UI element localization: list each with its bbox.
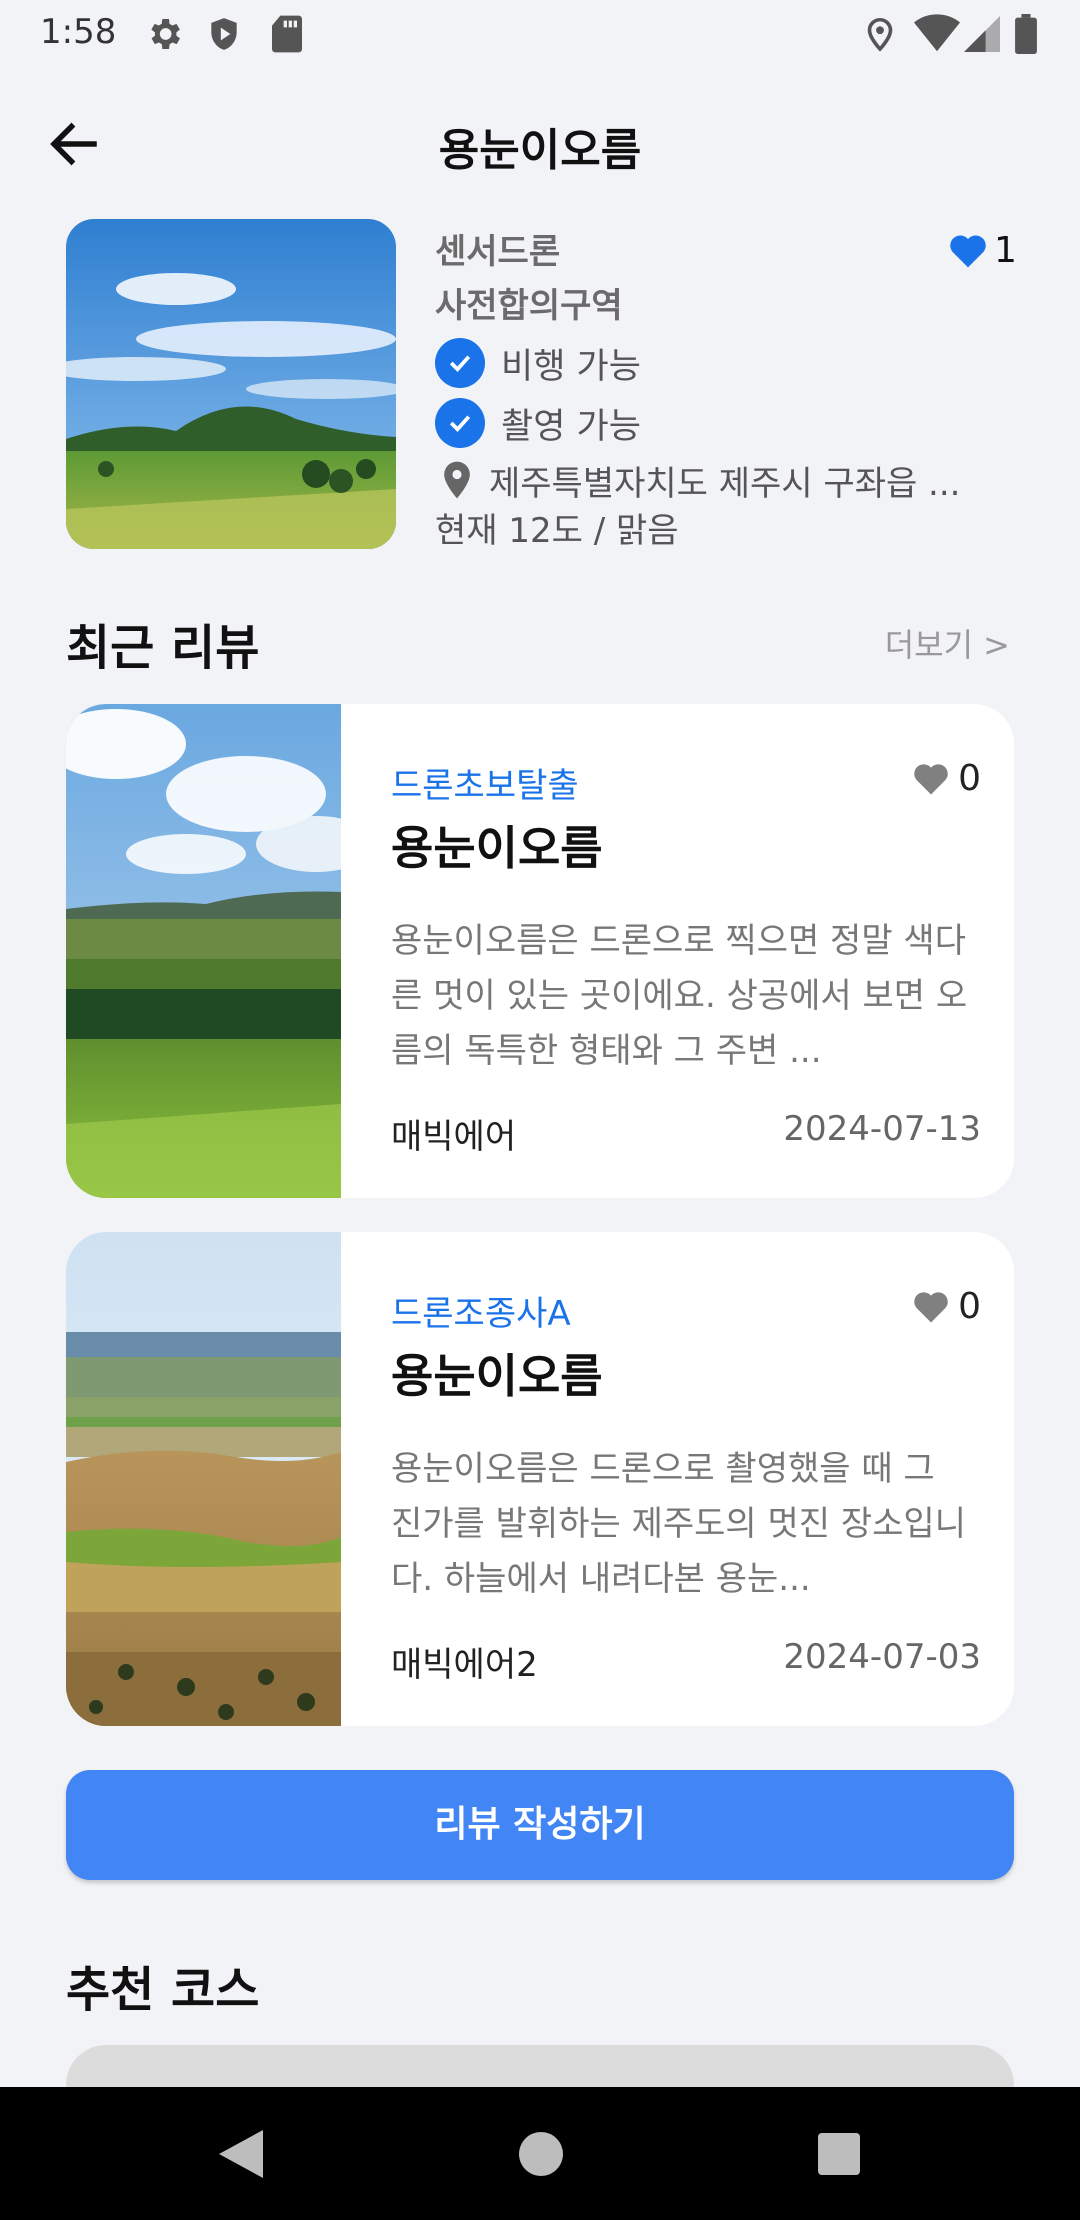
zone-subtype: 사전합의구역 bbox=[435, 286, 623, 326]
write-review-button[interactable]: 리뷰 작성하기 bbox=[66, 1770, 1014, 1880]
review-photo bbox=[66, 704, 376, 1198]
location-pin-icon bbox=[867, 18, 893, 52]
review-photo bbox=[66, 1232, 341, 1726]
check-circle-icon bbox=[435, 398, 485, 448]
gear-icon bbox=[151, 19, 180, 49]
shield-icon bbox=[211, 18, 237, 50]
heart-icon bbox=[914, 1291, 948, 1322]
review-like-button[interactable]: 0 bbox=[912, 1286, 981, 1327]
zone-type: 센서드론 bbox=[435, 232, 561, 272]
nav-back-button[interactable] bbox=[174, 2087, 307, 2220]
review-date: 2024-07-13 bbox=[783, 1109, 981, 1149]
review-card[interactable]: 드론조종사A 0 용눈이오름 용눈이오름은 드론으로 촬영했을 때 그 진가를 … bbox=[66, 1232, 1014, 1726]
review-drone-model: 매빅에어 bbox=[391, 1117, 517, 1157]
review-title: 용눈이오름 bbox=[391, 821, 603, 875]
review-like-count: 0 bbox=[958, 758, 981, 799]
heart-icon bbox=[914, 763, 948, 794]
review-text: 용눈이오름은 드론으로 촬영했을 때 그 진가를 발휘하는 제주도의 멋진 장소… bbox=[391, 1449, 966, 1599]
review-date: 2024-07-03 bbox=[783, 1637, 981, 1677]
review-card[interactable]: 드론초보탈출 0 용눈이오름 용눈이오름은 드론으로 찍으면 정말 색다른 멋이… bbox=[66, 704, 1014, 1198]
nav-recents-button[interactable] bbox=[772, 2087, 905, 2220]
review-author: 드론초보탈출 bbox=[391, 766, 579, 806]
address-row: 제주특별자치도 제주시 구좌읍 ... bbox=[435, 453, 1015, 507]
sd-card-icon bbox=[272, 15, 302, 53]
review-author: 드론조종사A bbox=[391, 1294, 571, 1334]
navigation-bar bbox=[0, 2087, 1080, 2220]
heart-icon bbox=[950, 234, 986, 267]
spot-like-count: 1 bbox=[994, 230, 1017, 271]
review-like-button[interactable]: 0 bbox=[912, 758, 981, 799]
status-bar: 1:58 bbox=[0, 0, 1080, 66]
more-reviews-link[interactable]: 더보기 > bbox=[885, 620, 1010, 666]
flight-allowed-label: 비행 가능 bbox=[501, 346, 641, 387]
weather-text: 현재 12도 / 맑음 bbox=[435, 511, 679, 551]
review-like-count: 0 bbox=[958, 1286, 981, 1327]
review-body: 드론초보탈출 0 용눈이오름 용눈이오름은 드론으로 찍으면 정말 색다른 멋이… bbox=[391, 704, 981, 1198]
cell-signal-icon bbox=[964, 16, 1000, 52]
location-pin-icon bbox=[444, 461, 470, 499]
square-recents-icon bbox=[817, 2132, 860, 2175]
wifi-icon bbox=[914, 14, 960, 52]
review-title: 용눈이오름 bbox=[391, 1349, 603, 1403]
photo-allowed-label: 촬영 가능 bbox=[501, 406, 641, 447]
circle-home-icon bbox=[518, 2131, 563, 2176]
spot-photo bbox=[66, 219, 396, 549]
review-body: 드론조종사A 0 용눈이오름 용눈이오름은 드론으로 촬영했을 때 그 진가를 … bbox=[391, 1232, 981, 1726]
spot-like-button[interactable]: 1 bbox=[948, 230, 1017, 271]
flight-allowed-row: 비행 가능 bbox=[435, 333, 1015, 393]
address-text: 제주특별자치도 제주시 구좌읍 ... bbox=[489, 463, 961, 504]
recommended-courses-title: 추천 코스 bbox=[66, 1962, 260, 2018]
header: 용눈이오름 bbox=[0, 96, 1080, 188]
spot-info: 센서드론 사전합의구역 비행 가능 촬영 가능 제주특별자치도 제주시 구좌읍 … bbox=[435, 225, 1015, 555]
photo-allowed-row: 촬영 가능 bbox=[435, 393, 1015, 453]
battery-icon bbox=[1015, 14, 1037, 54]
review-drone-model: 매빅에어2 bbox=[391, 1645, 538, 1685]
screen: 1:58 용눈이오름 센서드론 사전합의구역 비행 가능 촬영 가능 제주특별자… bbox=[0, 0, 1080, 2220]
check-circle-icon bbox=[435, 338, 485, 388]
triangle-back-icon bbox=[218, 2129, 263, 2178]
status-time: 1:58 bbox=[40, 12, 117, 52]
page-title: 용눈이오름 bbox=[438, 125, 642, 176]
recent-reviews-title: 최근 리뷰 bbox=[66, 620, 260, 676]
review-text: 용눈이오름은 드론으로 찍으면 정말 색다른 멋이 있는 곳이에요. 상공에서 … bbox=[391, 921, 968, 1071]
nav-home-button[interactable] bbox=[474, 2087, 607, 2220]
